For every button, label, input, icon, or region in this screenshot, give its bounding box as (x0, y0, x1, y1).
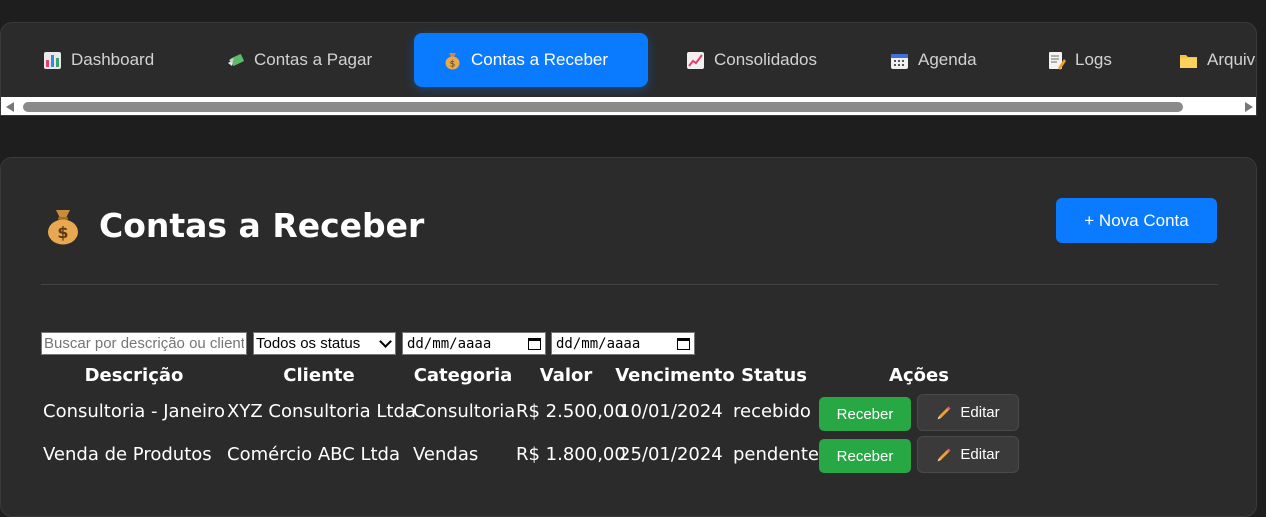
date-from-input[interactable]: dd/mm/aaaa (402, 332, 546, 355)
column-header: Valor (539, 365, 593, 386)
tab-label: Dashboard (71, 50, 155, 69)
pencil-icon (936, 447, 952, 463)
edit-button[interactable]: Editar (917, 394, 1019, 431)
cell-categoria: Consultoria (413, 401, 516, 422)
tab-consolidados[interactable]: Consolidados (657, 33, 846, 87)
money-bag-icon: $ (443, 51, 462, 70)
tab-label: Agenda (918, 50, 977, 69)
column-header: Status (741, 365, 807, 386)
tab-label: Arquivos (1207, 50, 1256, 69)
folder-icon (1179, 51, 1198, 70)
page-title: $ Contas a Receber (45, 206, 424, 245)
tab-label: Logs (1075, 50, 1112, 69)
tab-contas-a-pagar[interactable]: Contas a Pagar (197, 33, 401, 87)
cell-categoria: Vendas (413, 444, 479, 465)
tab-label: Consolidados (714, 50, 818, 69)
edit-label: Editar (960, 446, 1000, 463)
tab-contas-a-receber[interactable]: $ Contas a Receber (414, 33, 648, 87)
memo-icon (1047, 51, 1066, 70)
tab-agenda[interactable]: Agenda (861, 33, 1006, 87)
cell-vencimento: 25/01/2024 (619, 444, 723, 465)
calendar-icon (890, 51, 909, 70)
calendar-icon[interactable] (528, 337, 541, 350)
page-title-text: Contas a Receber (99, 206, 425, 245)
tab-arquivos[interactable]: Arquivos (1150, 33, 1256, 87)
cell-vencimento: 10/01/2024 (619, 401, 723, 422)
tab-label: Contas a Pagar (254, 50, 373, 69)
cell-descricao: Venda de Produtos (43, 444, 212, 465)
status-badge: pendente (733, 444, 819, 465)
cell-cliente: XYZ Consultoria Ltda (227, 401, 416, 422)
tab-label: Contas a Receber (471, 50, 609, 69)
scroll-right-arrow-icon[interactable] (1245, 102, 1253, 112)
tab-logs[interactable]: Logs (1018, 33, 1141, 87)
column-header: Cliente (283, 365, 355, 386)
cell-valor: R$ 1.800,00 (516, 444, 626, 465)
new-account-button[interactable]: + Nova Conta (1056, 198, 1217, 243)
calendar-icon[interactable] (677, 337, 690, 350)
receive-button[interactable]: Receber (819, 439, 911, 473)
column-header: Ações (889, 365, 949, 386)
table-row: Consultoria - Janeiro XYZ Consultoria Lt… (1, 392, 1101, 434)
chart-increasing-icon (686, 51, 705, 70)
date-to-input[interactable]: dd/mm/aaaa (551, 332, 695, 355)
nav-horizontal-scrollbar[interactable] (1, 97, 1256, 115)
table-row: Venda de Produtos Comércio ABC Ltda Vend… (1, 434, 1101, 476)
date-from-placeholder: dd/mm/aaaa (407, 335, 492, 352)
receive-button[interactable]: Receber (819, 397, 911, 431)
cell-descricao: Consultoria - Janeiro (43, 401, 226, 422)
column-header: Categoria (413, 365, 513, 386)
main-navigation: Dashboard Contas a Pagar $ Contas a Rece… (0, 22, 1257, 116)
search-input[interactable] (41, 332, 247, 355)
column-header: Vencimento (615, 365, 735, 386)
scroll-left-arrow-icon[interactable] (6, 102, 14, 112)
edit-label: Editar (960, 404, 1000, 421)
cell-cliente: Comércio ABC Ltda (227, 444, 401, 465)
status-badge: recebido (733, 401, 811, 422)
status-select-value: Todos os status (256, 335, 361, 352)
tab-dashboard[interactable]: Dashboard (14, 33, 183, 87)
scrollbar-thumb[interactable] (23, 102, 1183, 112)
column-header: Descrição (84, 365, 184, 386)
status-select[interactable]: Todos os status (253, 332, 396, 355)
header-divider (41, 284, 1218, 285)
pencil-icon (936, 405, 952, 421)
money-bag-icon: $ (45, 207, 81, 245)
nav-tabs: Dashboard Contas a Pagar $ Contas a Rece… (1, 33, 1256, 87)
cell-valor: R$ 2.500,00 (516, 401, 626, 422)
bar-chart-icon (43, 51, 62, 70)
main-panel: $ Contas a Receber + Nova Conta Todos os… (0, 157, 1257, 517)
date-to-placeholder: dd/mm/aaaa (556, 335, 641, 352)
chevron-down-icon (379, 335, 392, 348)
svg-text:$: $ (450, 59, 456, 69)
money-with-wings-icon (226, 51, 245, 70)
edit-button[interactable]: Editar (917, 436, 1019, 473)
svg-text:$: $ (57, 223, 68, 242)
